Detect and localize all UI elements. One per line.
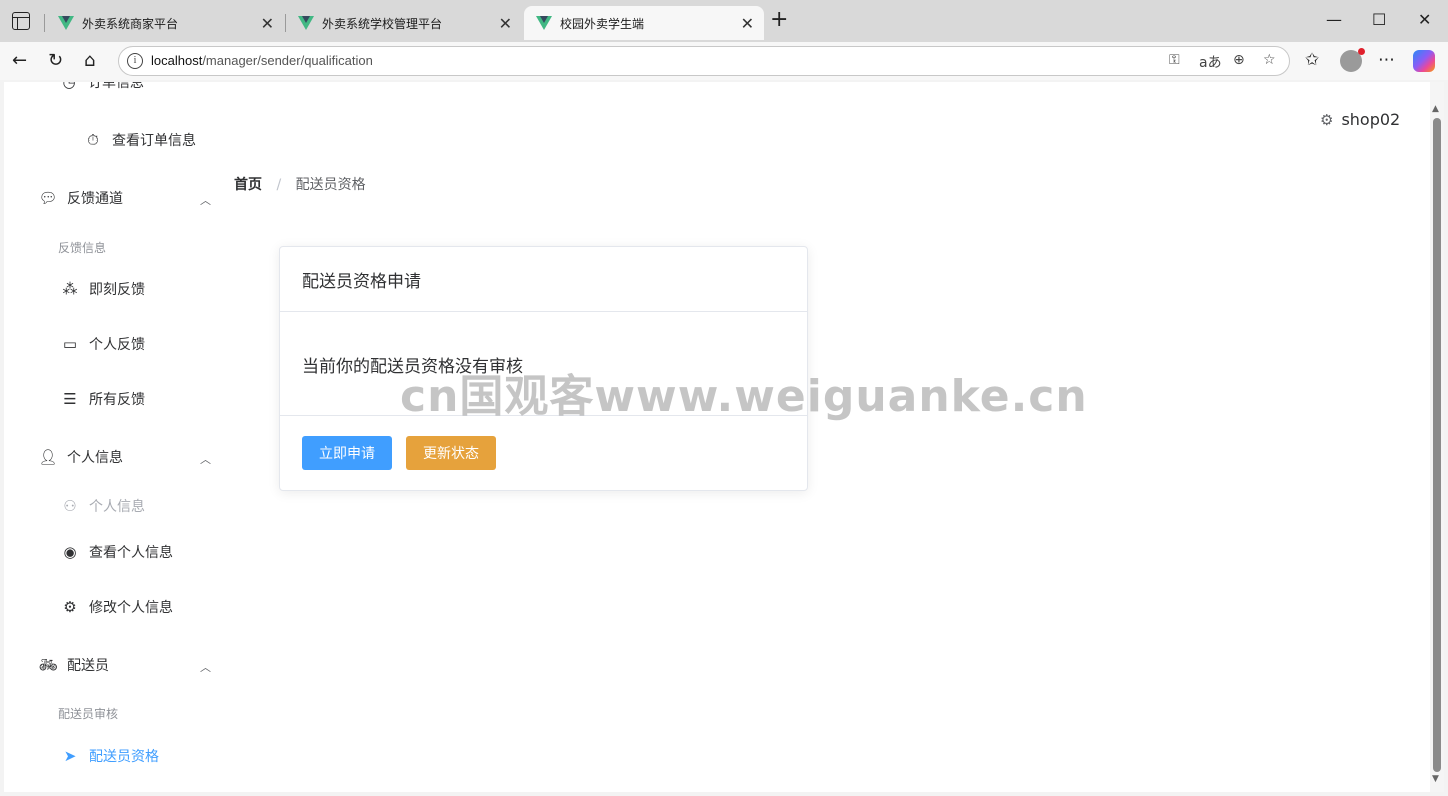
tab-title: 外卖系统学校管理平台 [322, 16, 443, 31]
zoom-icon[interactable]: ⊕ [1233, 52, 1245, 68]
read-aloud-icon[interactable]: aあ [1199, 52, 1222, 72]
back-icon[interactable]: ← [12, 50, 27, 71]
clock-icon: ◷ [62, 82, 76, 91]
sidebar-group-sender[interactable]: 🚲︎ 配送员 [38, 655, 109, 675]
message-box-icon: ▭ [62, 335, 78, 353]
copilot-icon[interactable] [1413, 50, 1435, 72]
card-title: 配送员资格申请 [280, 247, 807, 312]
qualification-card: 配送员资格申请 当前你的配送员资格没有审核 立即申请 更新状态 [279, 246, 808, 491]
close-tab-icon[interactable]: ✕ [741, 14, 754, 33]
user-outline-icon: ⚇ [63, 497, 77, 515]
chevron-up-icon[interactable]: ︿ [200, 451, 211, 467]
vue-logo-icon [536, 16, 552, 30]
page-scrollbar[interactable]: ▲ ▼ [1430, 82, 1444, 792]
stopwatch-icon: ⏱ [87, 131, 99, 149]
chevron-up-icon[interactable]: ︿ [200, 659, 211, 675]
close-window-button[interactable]: ✕ [1418, 10, 1431, 29]
home-icon[interactable]: ⌂ [84, 50, 95, 71]
url-text[interactable]: localhost/manager/sender/qualification [151, 53, 373, 68]
scroll-up-arrow-icon[interactable]: ▲ [1432, 104, 1439, 114]
vue-logo-icon [58, 16, 74, 30]
close-tab-icon[interactable]: ✕ [499, 14, 512, 33]
eye-icon: ◉ [63, 543, 77, 561]
refresh-status-button[interactable]: 更新状态 [406, 436, 496, 470]
browser-tab-bar: 外卖系统商家平台 ✕ 外卖系统学校管理平台 ✕ 校园外卖学生端 ✕ + — ☐ … [0, 0, 1448, 42]
chat-bubble-icon: 💬︎ [38, 189, 58, 207]
breadcrumb-home[interactable]: 首页 [234, 177, 262, 193]
page-content: ◷ 订单信息 ⏱ 查看订单信息 💬︎ 反馈通道 ︿ 反馈信息 ⁂ 即刻反馈 ▭ … [4, 82, 1444, 792]
breadcrumb: 首页 / 配送员资格 [234, 174, 366, 194]
site-info-icon[interactable]: i [127, 53, 143, 69]
new-tab-button[interactable]: + [770, 9, 788, 31]
list-message-icon: ☰ [63, 390, 77, 408]
breadcrumb-separator: / [276, 177, 282, 193]
refresh-icon[interactable]: ↻ [48, 50, 63, 71]
maximize-button[interactable]: ☐ [1372, 10, 1386, 29]
tab-title: 校园外卖学生端 [560, 16, 645, 31]
gear-icon: ⚙ [63, 598, 77, 616]
user-filled-icon: 👤︎ [38, 448, 58, 466]
breadcrumb-current: 配送员资格 [295, 177, 366, 193]
tab-actions-icon[interactable] [12, 12, 30, 30]
address-bar[interactable]: i localhost/manager/sender/qualification… [118, 46, 1290, 76]
key-icon[interactable]: ⚿ [1169, 52, 1180, 68]
sidebar-item-all-feedback[interactable]: ☰ 所有反馈 [61, 389, 145, 409]
card-actions: 立即申请 更新状态 [280, 416, 807, 490]
favorites-icon[interactable]: ✩ [1305, 50, 1319, 70]
tab-title: 外卖系统商家平台 [82, 16, 179, 31]
feedback-group-label: 反馈信息 [58, 241, 107, 255]
paper-plane-icon: ➤ [63, 747, 77, 765]
sidebar-item-edit-personal[interactable]: ⚙ 修改个人信息 [61, 597, 173, 617]
browser-toolbar: ← ↻ ⌂ i localhost/manager/sender/qualifi… [0, 42, 1448, 80]
more-menu-icon[interactable]: ⋯ [1378, 50, 1395, 70]
loading-icon: ⁂ [62, 280, 78, 298]
browser-tab-school[interactable]: 外卖系统学校管理平台 ✕ [286, 6, 522, 40]
vue-logo-icon [298, 16, 314, 30]
apply-button[interactable]: 立即申请 [302, 436, 392, 470]
sidebar-item-view-orders[interactable]: ⏱ 查看订单信息 [84, 130, 196, 150]
sidebar-item-instant-feedback[interactable]: ⁂ 即刻反馈 [61, 279, 146, 299]
sidebar-item-personal-info[interactable]: ⚇ 个人信息 [61, 496, 145, 516]
sidebar-item-view-personal[interactable]: ◉ 查看个人信息 [61, 542, 173, 562]
browser-tab-merchant[interactable]: 外卖系统商家平台 ✕ [46, 6, 284, 40]
sidebar-group-personal[interactable]: 👤︎ 个人信息 [38, 447, 123, 467]
sidebar-group-feedback[interactable]: 💬︎ 反馈通道 [38, 188, 123, 208]
scroll-thumb[interactable] [1433, 118, 1441, 772]
gear-icon: ⚙ [1320, 110, 1334, 129]
favorite-star-icon[interactable]: ☆ [1263, 52, 1276, 68]
tab-separator [44, 14, 45, 32]
user-menu[interactable]: ⚙ shop02 [1320, 110, 1400, 129]
minimize-button[interactable]: — [1326, 10, 1342, 29]
sidebar-group-orders[interactable]: ◷ 订单信息 [60, 82, 144, 92]
scroll-down-arrow-icon[interactable]: ▼ [1432, 774, 1439, 784]
sidebar-item-sender-qualification[interactable]: ➤ 配送员资格 [61, 746, 159, 766]
sidebar-menu: ◷ 订单信息 ⏱ 查看订单信息 💬︎ 反馈通道 ︿ 反馈信息 ⁂ 即刻反馈 ▭ … [4, 82, 228, 792]
close-tab-icon[interactable]: ✕ [261, 14, 274, 33]
bicycle-icon: 🚲︎ [38, 656, 58, 674]
profile-avatar[interactable] [1340, 48, 1365, 72]
chevron-up-icon[interactable]: ︿ [200, 192, 211, 208]
sender-group-label: 配送员审核 [58, 707, 119, 721]
browser-tab-student[interactable]: 校园外卖学生端 ✕ [524, 6, 764, 40]
username: shop02 [1341, 110, 1401, 129]
sidebar-item-personal-feedback[interactable]: ▭ 个人反馈 [61, 334, 145, 354]
status-message: 当前你的配送员资格没有审核 [280, 312, 807, 416]
